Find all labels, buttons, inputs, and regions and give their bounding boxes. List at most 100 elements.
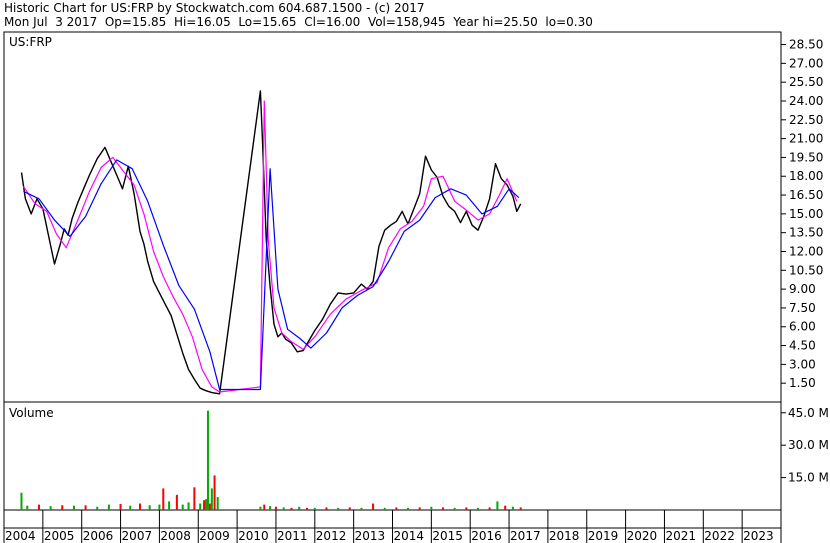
x-axis-year-label: 2016 [471, 529, 502, 543]
volume-y-axis: 15.0 M 30.0 M 45.0 M [781, 406, 829, 485]
volume-bar [430, 506, 433, 510]
volume-bar [162, 488, 165, 510]
volume-bar [107, 504, 110, 510]
volume-bar [168, 501, 171, 510]
x-axis-year-label: 2010 [238, 529, 269, 543]
volume-y-tick-label: 30.0 M [788, 438, 829, 452]
volume-bar [488, 507, 491, 510]
volume-bar [407, 507, 410, 510]
x-axis-year-label: 2020 [627, 529, 658, 543]
volume-bar [372, 503, 375, 510]
volume-bar [504, 505, 507, 510]
volume-bar [72, 505, 75, 510]
price-y-tick-label: 28.50 [789, 38, 823, 52]
volume-bar [274, 506, 277, 510]
volume-bar [129, 505, 132, 510]
x-axis-year-label: 2019 [588, 529, 619, 543]
price-y-tick-label: 21.00 [789, 132, 823, 146]
price-y-tick-label: 19.50 [789, 150, 823, 164]
volume-bar [348, 507, 351, 510]
volume-title: Volume [9, 406, 54, 420]
x-axis-year-label: 2018 [549, 529, 580, 543]
volume-bar [37, 504, 40, 510]
price-y-tick-label: 15.00 [789, 207, 823, 221]
volume-bar [337, 507, 340, 510]
price-y-tick-label: 1.50 [789, 376, 816, 390]
volume-bar [206, 410, 209, 510]
volume-bar [158, 504, 161, 510]
price-y-tick-label: 9.00 [789, 282, 816, 296]
volume-bar [208, 503, 211, 510]
x-axis-year-label: 2022 [704, 529, 735, 543]
volume-bar [49, 506, 52, 510]
x-axis-year-label: 2017 [510, 529, 541, 543]
volume-bar [181, 504, 184, 510]
volume-bar [205, 499, 208, 510]
x-axis-year-label: 2007 [122, 529, 153, 543]
volume-bar [138, 503, 141, 510]
price-y-axis: 1.50 3.00 4.50 6.00 7.50 9.00 10.50 12.00 13.50 1… [781, 38, 823, 390]
volume-bar [496, 501, 499, 510]
volume-bar [453, 507, 456, 510]
volume-bar [519, 507, 522, 510]
volume-bar [84, 505, 87, 510]
x-axis: 2004 2005 2006 2007 2008 2009 2010 2011 2012 2013… [3, 510, 782, 543]
price-y-tick-label: 13.50 [789, 226, 823, 240]
volume-bar [187, 502, 190, 510]
volume-panel-frame [3, 401, 782, 511]
volume-bar [175, 494, 178, 510]
volume-bar [298, 506, 301, 510]
volume-bar [96, 506, 99, 510]
volume-bar [511, 506, 514, 510]
volume-bar [263, 504, 266, 510]
x-axis-year-label: 2006 [83, 529, 114, 543]
x-axis-year-label: 2023 [743, 529, 774, 543]
price-y-tick-label: 4.50 [789, 339, 816, 353]
volume-bar [465, 507, 468, 510]
volume-y-tick-label: 45.0 M [788, 406, 829, 420]
volume-bar [395, 507, 398, 510]
price-y-tick-label: 3.00 [789, 357, 816, 371]
volume-bar [325, 507, 328, 510]
x-axis-year-label: 2013 [355, 529, 386, 543]
price-y-tick-label: 7.50 [789, 301, 816, 315]
price-y-tick-label: 10.50 [789, 263, 823, 277]
x-axis-year-label: 2021 [665, 529, 696, 543]
volume-bar [148, 505, 151, 510]
x-axis-year-label: 2012 [316, 529, 347, 543]
volume-bar [199, 503, 202, 510]
price-y-tick-label: 22.50 [789, 113, 823, 127]
volume-bar [216, 497, 219, 510]
volume-bar [203, 500, 206, 510]
volume-bar [269, 506, 272, 510]
volume-bar [313, 507, 316, 510]
price-y-tick-label: 25.50 [789, 75, 823, 89]
price-y-tick-label: 18.00 [789, 169, 823, 183]
volume-bar [282, 507, 285, 510]
price-y-tick-label: 24.00 [789, 94, 823, 108]
price-y-tick-label: 6.00 [789, 320, 816, 334]
x-axis-year-label: 2015 [432, 529, 463, 543]
volume-bar [476, 507, 479, 510]
x-axis-year-label: 2004 [5, 529, 36, 543]
x-axis-year-label: 2009 [199, 529, 230, 543]
volume-bar [442, 507, 445, 510]
volume-bar [360, 507, 363, 510]
price-y-tick-label: 16.50 [789, 188, 823, 202]
volume-bar [26, 505, 29, 510]
symbol-label: US:FRP [9, 35, 52, 49]
volume-bar [61, 505, 64, 510]
historic-price-chart: US:FRP 1.50 3.00 4.50 6.00 7.50 9.00 10.50 12.0… [3, 31, 829, 543]
volume-bar [193, 487, 196, 510]
volume-bar [20, 492, 23, 510]
price-y-tick-label: 27.00 [789, 56, 823, 70]
price-y-tick-label: 12.00 [789, 244, 823, 258]
volume-bar [119, 503, 122, 510]
x-axis-year-label: 2011 [277, 529, 308, 543]
volume-bar [210, 488, 213, 510]
x-axis-year-label: 2005 [44, 529, 75, 543]
volume-bar [290, 507, 293, 510]
volume-bar [306, 507, 309, 510]
volume-bar [213, 475, 216, 510]
volume-bar [383, 507, 386, 510]
